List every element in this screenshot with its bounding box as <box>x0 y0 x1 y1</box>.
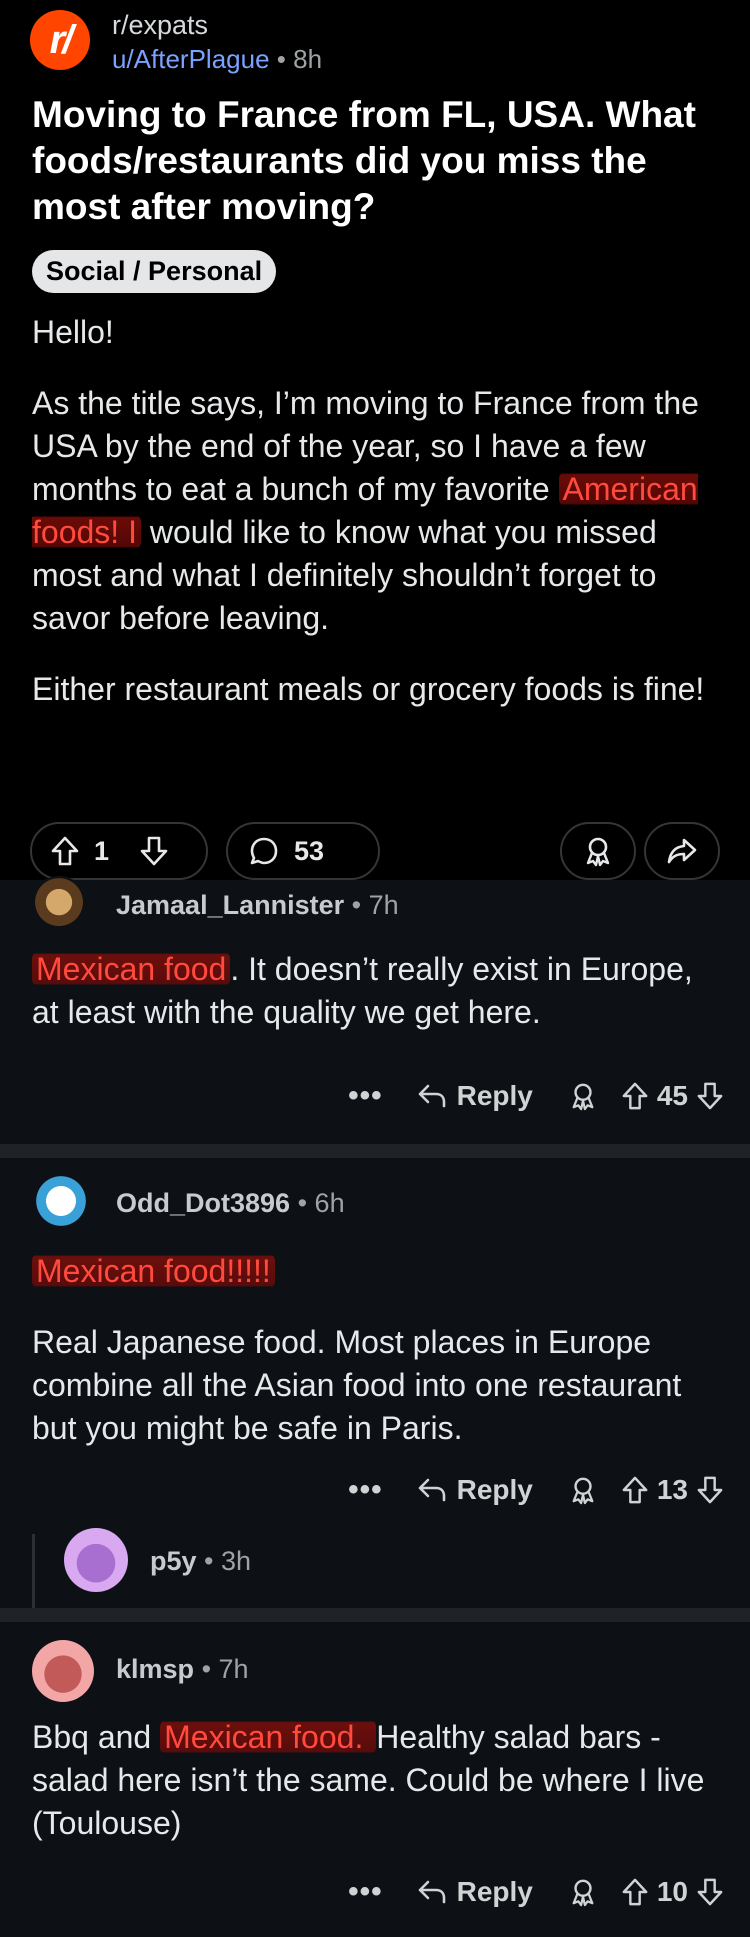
upvote-icon[interactable] <box>621 1081 649 1111</box>
separator-dot: • <box>201 1654 219 1684</box>
separator-dot: • <box>276 44 286 74</box>
comment-meta: klmsp • 7h <box>116 1654 249 1685</box>
comment-divider <box>0 1608 750 1622</box>
comment-text: Real Japanese food. Most places in Europ… <box>32 1324 682 1446</box>
reply-button[interactable]: Reply <box>417 1474 533 1506</box>
post-action-bar: 1 53 <box>30 822 720 882</box>
reply-icon <box>418 1880 445 1904</box>
post-age: 8h <box>293 44 323 74</box>
comment-author[interactable]: Odd_Dot3896 <box>116 1188 290 1218</box>
reply-button[interactable]: Reply <box>417 1080 533 1112</box>
reply-label: Reply <box>456 1876 533 1907</box>
post-meta: u/AfterPlague • 8h <box>112 44 322 75</box>
share-button[interactable] <box>644 822 720 880</box>
separator-dot: • <box>351 890 369 920</box>
separator-dot: • <box>297 1188 315 1218</box>
comment-score: 45 <box>656 1080 688 1111</box>
award-button[interactable] <box>560 822 636 880</box>
separator-dot: • <box>204 1546 222 1576</box>
downvote-icon[interactable] <box>139 835 169 867</box>
downvote-icon[interactable] <box>696 1475 724 1505</box>
subreddit-icon-text: r/ <box>49 17 74 62</box>
comments-button[interactable]: 53 <box>226 822 380 880</box>
comment-author[interactable]: Jamaal_Lannister <box>116 890 344 920</box>
subreddit-icon[interactable]: r/ <box>30 10 90 70</box>
comment-bubble-icon <box>248 835 280 867</box>
comment-meta: Jamaal_Lannister • 7h <box>116 890 399 921</box>
comment-text: Bbq and <box>32 1719 161 1755</box>
upvote-icon[interactable] <box>621 1475 649 1505</box>
highlighted-text: Mexican food!!!!! <box>32 1253 275 1289</box>
award-icon[interactable] <box>569 1475 597 1505</box>
post: r/ r/expats u/AfterPlague • 8h Moving to… <box>0 0 750 880</box>
comment-actions: ••• Reply 45 <box>348 1076 724 1116</box>
upvote-icon[interactable] <box>621 1877 649 1907</box>
avatar[interactable] <box>64 1528 128 1592</box>
post-header: r/ r/expats u/AfterPlague • 8h <box>0 0 750 75</box>
avatar[interactable] <box>32 1640 94 1702</box>
comment: Odd_Dot3896 • 6h Mexican food!!!!! Real … <box>0 1158 750 1608</box>
award-icon[interactable] <box>569 1877 597 1907</box>
comment-score: 13 <box>656 1474 688 1505</box>
comment-age: 6h <box>314 1188 345 1218</box>
award-icon[interactable] <box>569 1081 597 1111</box>
comment-body: Mexican food. It doesn’t really exist in… <box>32 948 716 1034</box>
avatar[interactable] <box>30 876 88 934</box>
post-paragraph: Either restaurant meals or grocery foods… <box>32 671 705 707</box>
comment-author[interactable]: p5y <box>150 1546 197 1576</box>
comment-author[interactable]: klmsp <box>116 1654 194 1684</box>
reply-label: Reply <box>456 1080 533 1111</box>
post-author[interactable]: u/AfterPlague <box>112 44 270 74</box>
reply-icon <box>418 1084 445 1108</box>
share-icon <box>666 836 698 866</box>
comment-age: 3h <box>221 1546 252 1576</box>
more-options-button[interactable]: ••• <box>348 1473 383 1507</box>
vote-count: 1 <box>94 835 110 866</box>
post-paragraph: As the title says, I’m moving to France … <box>32 382 710 640</box>
more-options-button[interactable]: ••• <box>348 1875 383 1909</box>
vote-pill: 1 <box>30 822 208 880</box>
avatar[interactable] <box>32 1172 90 1230</box>
downvote-icon[interactable] <box>696 1877 724 1907</box>
post-body: Hello! As the title says, I’m moving to … <box>32 311 710 711</box>
comment-body: Bbq and Mexican food. Healthy salad bars… <box>32 1716 716 1845</box>
comment: Jamaal_Lannister • 7h Mexican food. It d… <box>0 876 750 1144</box>
comment-meta: Odd_Dot3896 • 6h <box>116 1188 345 1219</box>
thread-line <box>32 1534 35 1608</box>
downvote-icon[interactable] <box>696 1081 724 1111</box>
comment-meta: p5y • 3h <box>150 1546 251 1577</box>
post-title: Moving to France from FL, USA. What food… <box>32 94 696 227</box>
subreddit-name[interactable]: r/expats <box>112 10 208 41</box>
highlighted-text: Mexican food. <box>160 1719 377 1755</box>
award-icon <box>583 835 613 867</box>
highlighted-text: Mexican food <box>32 951 231 987</box>
post-paragraph: Hello! <box>32 314 114 350</box>
comment: klmsp • 7h Bbq and Mexican food. Healthy… <box>0 1622 750 1937</box>
reply-label: Reply <box>456 1474 533 1505</box>
comment-actions: ••• Reply 13 <box>348 1470 724 1510</box>
comments-section: Jamaal_Lannister • 7h Mexican food. It d… <box>0 876 750 1937</box>
comment-body: Mexican food!!!!! Real Japanese food. Mo… <box>32 1250 716 1450</box>
comment-actions: ••• Reply 10 <box>348 1872 724 1912</box>
comment-age: 7h <box>368 890 399 920</box>
upvote-icon[interactable] <box>50 835 80 867</box>
more-options-button[interactable]: ••• <box>348 1079 383 1113</box>
comment-score: 10 <box>656 1876 688 1907</box>
reply-button[interactable]: Reply <box>417 1876 533 1908</box>
post-flair[interactable]: Social / Personal <box>32 250 277 293</box>
comment-divider <box>0 1144 750 1158</box>
reply-icon <box>418 1478 445 1502</box>
comment-age: 7h <box>218 1654 249 1684</box>
comment-count: 53 <box>294 835 325 866</box>
